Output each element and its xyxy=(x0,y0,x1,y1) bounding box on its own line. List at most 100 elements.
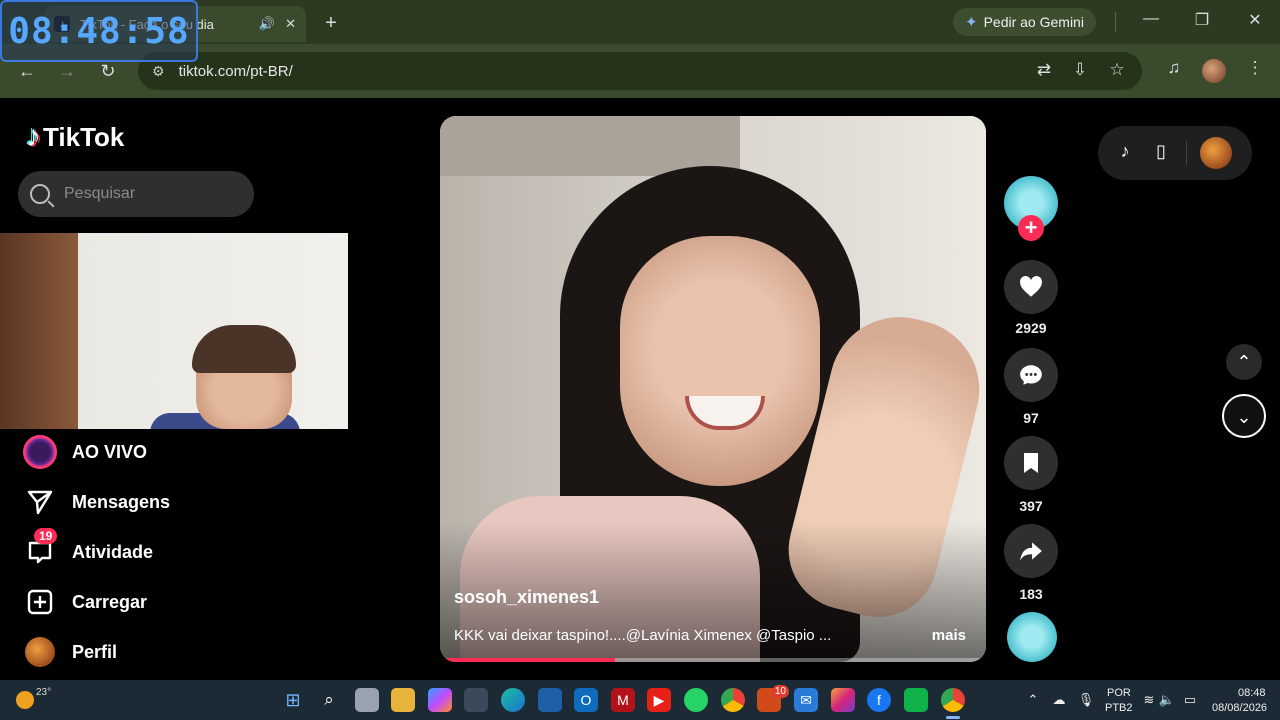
video-author[interactable]: sosoh_ximenes1 xyxy=(454,587,599,608)
tiktok-page: ♪ TikTok AO VIVO Mensagens 19 Ativid xyxy=(0,98,1280,680)
share-count: 183 xyxy=(1019,586,1043,602)
task-view-icon[interactable] xyxy=(355,688,379,712)
gemini-label: Pedir ao Gemini xyxy=(983,14,1084,30)
caption-more-button[interactable]: mais xyxy=(932,627,966,644)
next-video-button[interactable]: ⌄ xyxy=(1222,394,1266,438)
profile-icon xyxy=(22,634,58,670)
sidebar-item-label: Atividade xyxy=(72,541,154,562)
new-tab-button[interactable]: + xyxy=(318,10,344,36)
inbox-icon: 19 xyxy=(22,528,58,570)
network-app-icon[interactable] xyxy=(538,688,562,712)
bookmark-star-icon[interactable]: ☆ xyxy=(1105,60,1129,80)
weather-widget[interactable]: 23° xyxy=(16,687,51,709)
site-settings-icon[interactable]: ⚙ xyxy=(152,63,165,80)
mobile-icon[interactable]: ▯ xyxy=(1149,141,1173,165)
sidebar-item-messages[interactable]: Mensagens xyxy=(22,482,322,522)
tiktok-logo[interactable]: ♪ TikTok xyxy=(26,120,124,154)
sidebar-item-activity[interactable]: 19 Atividade xyxy=(22,528,322,572)
tiktok-app-icon[interactable]: ♪ xyxy=(1113,141,1137,165)
live-icon xyxy=(22,434,58,470)
green-app-icon[interactable] xyxy=(904,688,928,712)
volume-icon[interactable]: 🔈 xyxy=(1158,692,1176,708)
media-control-icon[interactable]: ♫ xyxy=(1162,58,1186,78)
sidebar-item-live[interactable]: AO VIVO xyxy=(22,432,322,472)
outlook-icon[interactable]: O xyxy=(574,688,598,712)
close-tab-icon[interactable]: ✕ xyxy=(285,16,296,32)
sidebar-item-upload[interactable]: Carregar xyxy=(22,582,322,622)
search-input[interactable] xyxy=(64,185,234,203)
tiktok-brand: TikTok xyxy=(43,121,125,152)
notification-app-icon[interactable]: 10 xyxy=(757,685,789,712)
chrome-active-icon[interactable] xyxy=(941,688,965,712)
taskbar-time[interactable]: 08:48 xyxy=(1238,687,1266,699)
address-bar[interactable]: ⚙ tiktok.com/pt-BR/ xyxy=(138,52,1142,90)
video-progress-fill xyxy=(440,658,615,662)
activity-badge: 19 xyxy=(34,528,58,544)
sidebar-item-label: Carregar xyxy=(72,591,148,612)
tray-chevron-up-icon[interactable]: ⌃ xyxy=(1024,692,1042,708)
gemini-button[interactable]: ✦ Pedir ao Gemini xyxy=(953,8,1096,36)
taskbar-search-icon[interactable]: ⌕ xyxy=(317,688,341,712)
microphone-icon[interactable]: 🎙 xyxy=(1077,692,1095,708)
video-player[interactable]: sosoh_ximenes1 KKK vai deixar taspino!..… xyxy=(440,116,986,662)
restore-icon[interactable]: ❐ xyxy=(1190,10,1214,30)
edge-icon[interactable] xyxy=(501,688,525,712)
music-disc-icon[interactable] xyxy=(1007,612,1057,662)
install-app-icon[interactable]: ⇩ xyxy=(1068,60,1092,80)
url-text: tiktok.com/pt-BR/ xyxy=(178,62,293,80)
input-language[interactable]: POR xyxy=(1107,687,1131,699)
app-badge: 10 xyxy=(771,685,789,698)
clock-overlay: 08:48:58 xyxy=(0,0,198,62)
mail-icon[interactable]: ✉ xyxy=(794,688,818,712)
sidebar-item-label: Perfil xyxy=(72,641,118,662)
battery-icon[interactable]: ▭ xyxy=(1181,692,1199,708)
sidebar-item-label: AO VIVO xyxy=(72,441,148,462)
share-arrow-icon xyxy=(1020,542,1042,561)
wifi-icon[interactable]: ≋ xyxy=(1140,692,1158,708)
comment-count: 97 xyxy=(1023,410,1039,426)
copilot-icon[interactable] xyxy=(428,688,452,712)
close-window-icon[interactable]: ✕ xyxy=(1243,10,1267,30)
comment-button[interactable] xyxy=(1004,348,1058,402)
comment-icon xyxy=(1020,365,1042,385)
temperature: 23° xyxy=(36,687,52,698)
search-icon xyxy=(30,184,50,204)
whatsapp-icon[interactable] xyxy=(684,688,708,712)
video-progress-bar[interactable] xyxy=(440,658,986,662)
windows-start-icon[interactable]: ⊞ xyxy=(281,688,305,712)
action-rail: + 2929 97 397 183 xyxy=(1003,98,1059,680)
onedrive-icon[interactable]: ☁ xyxy=(1050,692,1068,708)
webcam-overlay xyxy=(0,233,348,429)
sidebar-item-profile[interactable]: Perfil xyxy=(22,632,322,672)
mcafee-icon[interactable]: M xyxy=(611,688,635,712)
send-icon xyxy=(22,484,58,520)
video-caption: KKK vai deixar taspino!....@Lavínia Xime… xyxy=(454,627,832,644)
translate-icon[interactable]: ⇄ xyxy=(1032,60,1056,80)
follow-plus-icon[interactable]: + xyxy=(1018,215,1044,241)
keyboard-layout[interactable]: PTB2 xyxy=(1105,702,1133,714)
speaker-icon[interactable]: 🔊 xyxy=(259,16,275,32)
save-count: 397 xyxy=(1019,498,1043,514)
tiktok-note-icon: ♪ xyxy=(26,120,41,153)
minimize-icon[interactable]: — xyxy=(1139,10,1163,28)
search-bar[interactable] xyxy=(18,171,254,217)
heart-icon xyxy=(1020,276,1042,297)
top-right-controls: ♪ ▯ xyxy=(1098,126,1252,180)
menu-dots-icon[interactable]: ⋮ xyxy=(1243,58,1267,78)
facebook-icon[interactable]: f xyxy=(867,688,891,712)
taskbar-date[interactable]: 08/08/2026 xyxy=(1212,702,1267,714)
save-button[interactable] xyxy=(1004,436,1058,490)
chrome-icon[interactable] xyxy=(721,688,745,712)
bookmark-icon xyxy=(1024,453,1038,473)
previous-video-button[interactable]: ⌃ xyxy=(1226,344,1262,380)
youtube-icon[interactable]: ▶ xyxy=(647,688,671,712)
browser-profile-avatar[interactable] xyxy=(1202,59,1226,83)
weather-sun-icon xyxy=(16,691,34,709)
file-explorer-icon[interactable] xyxy=(391,688,415,712)
instagram-icon[interactable] xyxy=(831,688,855,712)
gemini-star-icon: ✦ xyxy=(965,14,978,31)
store-icon[interactable] xyxy=(464,688,488,712)
like-button[interactable] xyxy=(1004,260,1058,314)
user-avatar[interactable] xyxy=(1200,137,1232,169)
share-button[interactable] xyxy=(1004,524,1058,578)
